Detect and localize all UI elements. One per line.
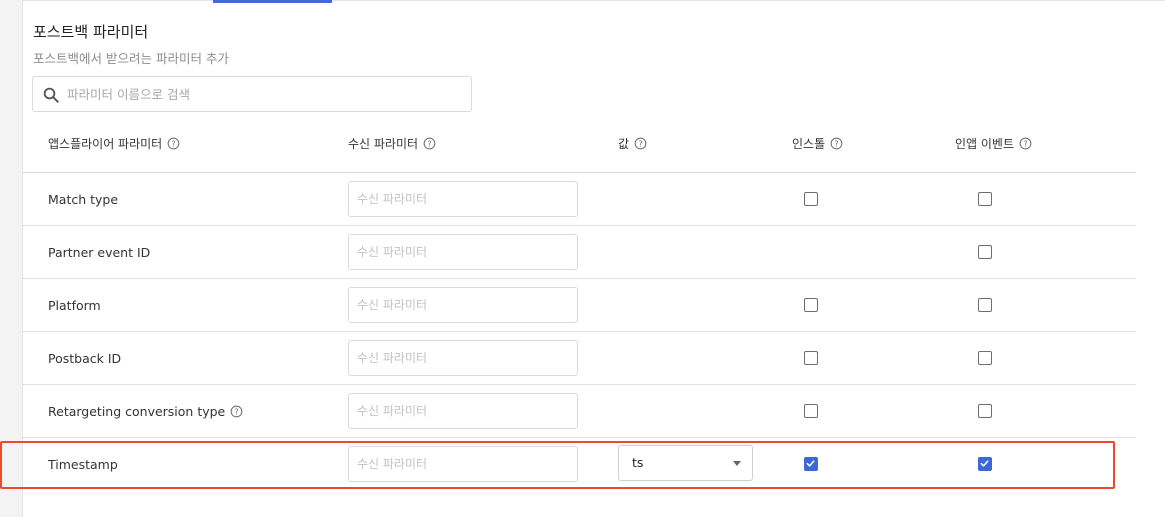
install-checkbox[interactable] — [804, 404, 818, 418]
svg-text:?: ? — [639, 139, 643, 148]
receive-parameter-input[interactable] — [348, 181, 578, 217]
help-icon[interactable]: ? — [634, 137, 647, 150]
help-icon[interactable]: ? — [830, 137, 843, 150]
help-icon[interactable]: ? — [423, 137, 436, 150]
check-icon — [806, 460, 815, 467]
search-icon — [43, 87, 59, 103]
parameter-name-label: Partner event ID — [48, 245, 151, 260]
value-select-current: ts — [632, 455, 644, 470]
receive-parameter-input[interactable] — [348, 287, 578, 323]
column-header-receive-parameter: 수신 파라미터 ? — [348, 135, 436, 152]
inapp-event-checkbox[interactable] — [978, 192, 992, 206]
inapp-event-checkbox[interactable] — [978, 245, 992, 259]
parameter-name: Partner event ID — [48, 226, 150, 279]
parameter-name-label: Platform — [48, 298, 101, 313]
table-row-selected: Timestamp ts — [23, 438, 1136, 491]
svg-text:?: ? — [428, 139, 432, 148]
parameter-name: Timestamp — [48, 438, 118, 491]
svg-text:?: ? — [835, 139, 839, 148]
receive-parameter-input[interactable] — [348, 234, 578, 270]
parameter-name-label: Retargeting conversion type — [48, 404, 226, 419]
column-header-label: 앱스플라이어 파라미터 — [48, 137, 163, 151]
column-header-inapp-event: 인앱 이벤트 ? — [955, 135, 1032, 152]
section-title: 포스트백 파라미터 — [33, 23, 149, 41]
chevron-down-icon — [733, 461, 741, 466]
table-row: Retargeting conversion type ? — [23, 385, 1136, 438]
value-select[interactable]: ts — [618, 445, 753, 481]
inapp-event-checkbox[interactable] — [978, 351, 992, 365]
install-checkbox[interactable] — [804, 351, 818, 365]
check-icon — [980, 460, 989, 467]
table-row: Partner event ID — [23, 226, 1136, 279]
column-header-label: 인앱 이벤트 — [955, 137, 1015, 151]
table-row: Postback ID — [23, 332, 1136, 385]
section-subtitle: 포스트백에서 받으려는 파라미터 추가 — [33, 51, 229, 66]
parameter-name-label: Match type — [48, 192, 119, 207]
parameter-name: Postback ID — [48, 332, 121, 385]
svg-text:?: ? — [172, 139, 176, 148]
parameter-name: Retargeting conversion type ? — [48, 385, 243, 438]
column-header-appsflyer-parameter: 앱스플라이어 파라미터 ? — [48, 135, 180, 152]
parameter-name: Match type — [48, 173, 118, 226]
active-tab-indicator — [213, 0, 332, 3]
install-checkbox[interactable] — [804, 192, 818, 206]
search-input[interactable] — [67, 77, 467, 111]
table-header: 앱스플라이어 파라미터 ? 수신 파라미터 ? 값 ? 인스톨 ? 인앱 이벤트… — [23, 121, 1136, 173]
postback-parameters-panel: 포스트백 파라미터 포스트백에서 받으려는 파라미터 추가 앱스플라이어 파라미… — [22, 0, 1165, 517]
inapp-event-checkbox[interactable] — [978, 298, 992, 312]
install-checkbox-checked[interactable] — [804, 457, 818, 471]
help-icon[interactable]: ? — [1019, 137, 1032, 150]
svg-text:?: ? — [235, 407, 239, 416]
column-header-install: 인스톨 ? — [792, 135, 843, 152]
search-box[interactable] — [32, 76, 472, 112]
inapp-event-checkbox[interactable] — [978, 404, 992, 418]
receive-parameter-input[interactable] — [348, 340, 578, 376]
install-checkbox[interactable] — [804, 298, 818, 312]
table-row: Platform — [23, 279, 1136, 332]
column-header-value: 값 ? — [618, 135, 647, 152]
help-icon[interactable]: ? — [230, 405, 243, 418]
receive-parameter-input[interactable] — [348, 393, 578, 429]
parameter-name-label: Postback ID — [48, 351, 122, 366]
column-header-label: 값 — [618, 137, 630, 151]
receive-parameter-input[interactable] — [348, 446, 578, 482]
parameter-name: Platform — [48, 279, 101, 332]
help-icon[interactable]: ? — [167, 137, 180, 150]
column-header-label: 인스톨 — [792, 137, 826, 151]
svg-text:?: ? — [1023, 139, 1027, 148]
parameter-name-label: Timestamp — [48, 457, 118, 472]
table-row: Match type — [23, 173, 1136, 226]
column-header-label: 수신 파라미터 — [348, 137, 419, 151]
inapp-event-checkbox-checked[interactable] — [978, 457, 992, 471]
